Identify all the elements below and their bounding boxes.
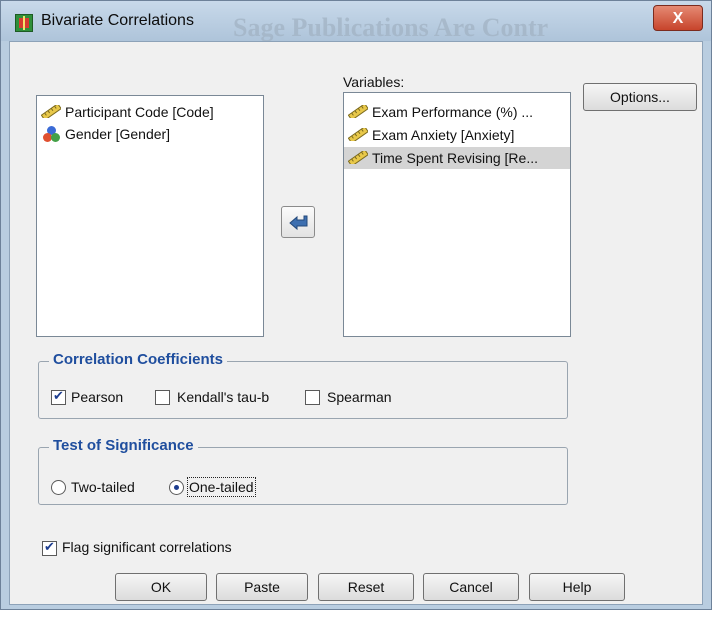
flag-correlations-label[interactable]: Flag significant correlations <box>62 539 232 555</box>
one-tailed-radio[interactable] <box>169 480 184 495</box>
spss-app-icon <box>15 14 33 32</box>
dialog-window: Bivariate Correlations Sage Publications… <box>0 0 712 610</box>
list-item[interactable]: Exam Anxiety [Anxiety] <box>344 124 570 146</box>
test-of-significance-title: Test of Significance <box>49 437 198 454</box>
list-item-label: Exam Anxiety [Anxiety] <box>372 127 515 143</box>
window-title: Bivariate Correlations <box>41 12 194 29</box>
paste-button[interactable]: Paste <box>216 573 308 601</box>
dialog-body: Participant Code [Code] Gender [Gender] … <box>9 41 703 605</box>
scale-ruler-icon <box>41 105 61 118</box>
scale-ruler-icon <box>348 105 368 118</box>
kendall-label[interactable]: Kendall's tau-b <box>177 389 269 405</box>
scale-ruler-icon <box>348 128 368 141</box>
variables-list[interactable]: Exam Performance (%) ... Exam Anxiety [A… <box>343 92 571 337</box>
title-bar[interactable]: Bivariate Correlations Sage Publications… <box>1 1 711 42</box>
watermark-text: Sage Publications Are Contr <box>233 13 549 42</box>
cancel-button[interactable]: Cancel <box>423 573 519 601</box>
spearman-checkbox[interactable] <box>305 390 320 405</box>
move-variable-button[interactable] <box>281 206 315 238</box>
list-item-label: Time Spent Revising [Re... <box>372 150 538 166</box>
list-item-label: Gender [Gender] <box>65 126 171 142</box>
flag-correlations-checkbox[interactable] <box>42 539 57 556</box>
list-item[interactable]: Time Spent Revising [Re... <box>344 147 570 169</box>
list-item-label: Participant Code [Code] <box>65 104 214 120</box>
list-item[interactable]: Participant Code [Code] <box>37 101 263 123</box>
list-item[interactable]: Gender [Gender] <box>37 123 263 145</box>
correlation-coefficients-title: Correlation Coefficients <box>49 351 228 368</box>
move-left-arrow-icon <box>289 215 308 231</box>
list-item[interactable]: Exam Performance (%) ... <box>344 101 570 123</box>
test-of-significance-group: Test of Significance Two-tailed One-tail… <box>38 437 568 505</box>
source-variable-list[interactable]: Participant Code [Code] Gender [Gender] <box>36 95 264 337</box>
nominal-balls-icon <box>43 126 61 142</box>
close-button[interactable]: X <box>653 5 703 31</box>
list-item-label: Exam Performance (%) ... <box>372 104 534 120</box>
ok-button[interactable]: OK <box>115 573 207 601</box>
kendall-checkbox[interactable] <box>155 390 170 405</box>
one-tailed-label[interactable]: One-tailed <box>187 477 256 497</box>
help-button[interactable]: Help <box>529 573 625 601</box>
variables-label: Variables: <box>343 74 405 90</box>
pearson-checkbox[interactable] <box>51 388 66 405</box>
correlation-coefficients-group: Correlation Coefficients Pearson Kendall… <box>38 351 568 419</box>
reset-button[interactable]: Reset <box>318 573 414 601</box>
two-tailed-radio[interactable] <box>51 480 66 495</box>
options-button[interactable]: Options... <box>583 83 697 111</box>
scale-ruler-icon <box>348 151 368 164</box>
pearson-label[interactable]: Pearson <box>71 389 123 405</box>
two-tailed-label[interactable]: Two-tailed <box>71 479 135 495</box>
spearman-label[interactable]: Spearman <box>327 389 392 405</box>
